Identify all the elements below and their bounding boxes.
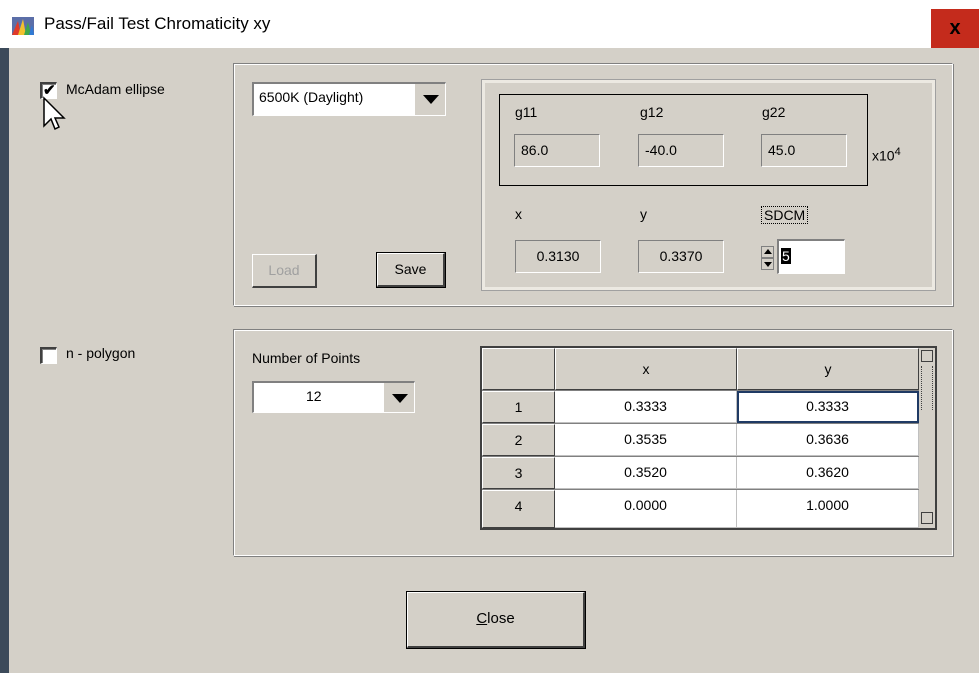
row-header[interactable]: 1 [482, 391, 555, 423]
dropdown-arrow-icon[interactable] [383, 383, 414, 412]
scroll-thumb[interactable] [921, 366, 933, 410]
number-of-points-label: Number of Points [252, 350, 361, 366]
table-cell-x[interactable]: 0.3520 [555, 457, 737, 489]
title-bar: Pass/Fail Test Chromaticity xy x [0, 0, 979, 48]
close-window-button[interactable]: x [931, 9, 979, 48]
row-header[interactable]: 3 [482, 457, 555, 489]
g11-field: 86.0 [514, 134, 600, 167]
n-polygon-checkbox[interactable] [40, 347, 57, 364]
sdcm-input[interactable]: 5 [777, 239, 845, 274]
row-header[interactable]: 4 [482, 490, 555, 528]
illuminant-value: 6500K (Daylight) [259, 89, 364, 105]
app-icon [12, 17, 34, 35]
sdcm-value: 5 [781, 248, 791, 264]
illuminant-select[interactable]: 6500K (Daylight) [252, 82, 446, 116]
close-button-rest: lose [487, 610, 515, 627]
spin-down-icon[interactable] [761, 258, 774, 270]
scroll-up-icon[interactable] [921, 350, 933, 362]
table-scrollbar[interactable] [919, 348, 935, 528]
dialog-window: Pass/Fail Test Chromaticity xy x ✔ McAda… [0, 0, 979, 673]
number-of-points-value: 12 [306, 388, 322, 404]
close-button[interactable]: Close [406, 591, 586, 649]
window-title: Pass/Fail Test Chromaticity xy [44, 14, 271, 33]
spin-up-icon[interactable] [761, 246, 774, 258]
y-label: y [640, 206, 647, 222]
window-left-edge [0, 48, 9, 673]
g12-field: -40.0 [638, 134, 724, 167]
sdcm-label: SDCM [761, 206, 809, 224]
x-label: x [515, 206, 522, 222]
table-cell-y[interactable]: 0.3620 [737, 457, 919, 489]
column-header-x[interactable]: x [555, 348, 737, 390]
g22-field: 45.0 [761, 134, 847, 167]
save-button[interactable]: Save [376, 252, 446, 288]
scale-factor: x104 [872, 146, 901, 164]
table-cell-y-selected[interactable]: 0.3333 [737, 391, 919, 423]
table-cell-y[interactable]: 0.3636 [737, 424, 919, 456]
g11-label: g11 [515, 104, 538, 120]
points-table: x y 1 0.3333 0.3333 2 0.3535 0.3636 3 0.… [480, 346, 937, 530]
row-header[interactable]: 2 [482, 424, 555, 456]
dropdown-arrow-icon[interactable] [414, 84, 445, 115]
table-cell-x[interactable]: 0.3535 [555, 424, 737, 456]
sdcm-spinner[interactable] [761, 246, 774, 270]
g12-label: g12 [640, 104, 664, 120]
scale-prefix: x10 [872, 147, 895, 164]
n-polygon-label: n - polygon [66, 345, 136, 361]
mouse-cursor-icon [43, 96, 66, 131]
table-cell-x[interactable]: 0.3333 [555, 391, 737, 423]
column-header-y[interactable]: y [737, 348, 919, 390]
y-field: 0.3370 [638, 240, 724, 273]
x-field: 0.3130 [515, 240, 601, 273]
table-cell-x[interactable]: 0.0000 [555, 490, 737, 528]
close-mnemonic: C [476, 610, 488, 627]
table-cell-y[interactable]: 1.0000 [737, 490, 919, 528]
load-button[interactable]: Load [252, 254, 317, 288]
g22-label: g22 [762, 104, 786, 120]
number-of-points-select[interactable]: 12 [252, 381, 415, 413]
mcadam-ellipse-label: McAdam ellipse [66, 81, 165, 97]
scroll-down-icon[interactable] [921, 512, 933, 524]
table-corner-header [482, 348, 555, 390]
scale-exponent: 4 [894, 146, 901, 158]
